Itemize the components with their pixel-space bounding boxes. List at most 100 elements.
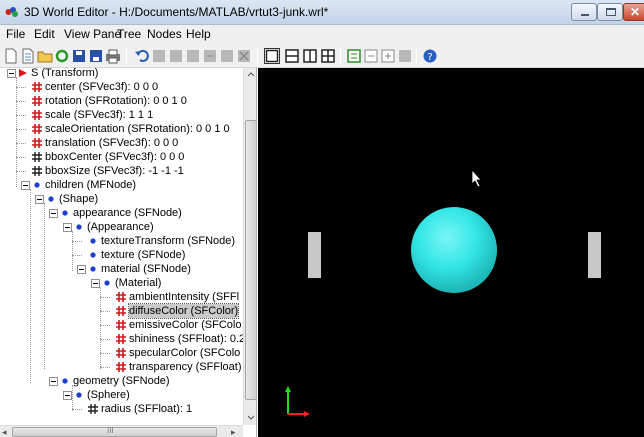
tree-horizontal-scroll-thumb[interactable]: III [12,426,217,437]
tree-connector [16,143,26,144]
tree-row-label: (Sphere) [87,389,130,401]
collapse-toggle-icon[interactable] [91,279,100,288]
tree-row[interactable]: (Appearance) [0,220,243,234]
tree-row-label: specularColor (SFColo [129,347,241,359]
tree-row[interactable]: appearance (SFNode) [0,206,243,220]
save-as-icon[interactable] [88,48,104,64]
tree-row[interactable]: transparency (SFFloat) [0,360,243,374]
tree-vertical-scroll-thumb[interactable] [245,120,256,400]
vertical-split-icon[interactable] [302,48,318,64]
collapse-icon[interactable] [346,48,362,64]
find-icon [221,50,233,62]
tree-row[interactable]: S (Transform) [0,68,243,80]
tree-row[interactable]: ambientIntensity (SFFl [0,290,243,304]
help-icon[interactable]: ? [422,48,438,64]
tree-row[interactable]: (Sphere) [0,388,243,402]
tree-row[interactable]: specularColor (SFColo [0,346,243,360]
collapse-toggle-icon[interactable] [21,181,30,190]
minus-icon[interactable] [363,48,379,64]
tree-row[interactable]: scaleOrientation (SFRotation): 0 0 1 0 [0,122,243,136]
scroll-right-icon[interactable]: ▸ [231,427,236,437]
toolbar-separator [257,48,258,64]
new-icon[interactable] [3,48,19,64]
tree-vertical-scrollbar[interactable] [243,68,257,425]
tree-row-label: texture (SFNode) [101,249,186,261]
tree-row-label: geometry (SFNode) [73,375,170,387]
tree-connector [100,311,110,312]
tree-connector [100,325,110,326]
menu-nodes[interactable]: Nodes [147,27,182,41]
tree-row[interactable]: children (MFNode) [0,178,243,192]
tree-horizontal-scrollbar[interactable]: ◂ III ▸ [0,425,243,437]
tree-row[interactable]: rotation (SFRotation): 0 0 1 0 [0,94,243,108]
maximize-button[interactable] [597,3,623,21]
tree-row[interactable]: diffuseColor (SFColor) [0,303,243,319]
menu-help[interactable]: Help [186,27,211,41]
collapse-toggle-icon[interactable] [77,265,86,274]
tree-row[interactable]: bboxCenter (SFVec3f): 0 0 0 [0,150,243,164]
open-folder-icon[interactable] [37,48,53,64]
collapse-toggle-icon[interactable] [7,69,16,78]
tree-row[interactable]: translation (SFVec3f): 0 0 0 [0,136,243,150]
menu-view-pane[interactable]: View Pane [64,27,121,41]
scroll-down-icon[interactable] [244,411,257,425]
scroll-left-icon[interactable]: ◂ [2,427,7,437]
tree-row-label: scale (SFVec3f): 1 1 1 [45,109,154,121]
tree-row-label: S (Transform) [31,68,99,79]
paste-icon [204,50,216,62]
tree-row[interactable]: (Material) [0,276,243,290]
minimize-icon [581,14,589,16]
tree-pane[interactable]: S (Transform) center (SFVec3f): 0 0 0 rota… [0,68,257,437]
tree-row[interactable]: geometry (SFNode) [0,374,243,388]
tree-row-label: (Shape) [59,193,99,205]
horizontal-split-icon[interactable] [284,48,300,64]
collapse-toggle-icon[interactable] [49,377,58,386]
tree-row-label: translation (SFVec3f): 0 0 0 [45,137,179,149]
tree-row[interactable]: bboxSize (SFVec3f): -1 -1 -1 [0,164,243,178]
quad-split-icon[interactable] [320,48,336,64]
tree-row-label: center (SFVec3f): 0 0 0 [45,81,159,93]
menu-file[interactable]: File [6,27,25,41]
scene-canvas[interactable] [258,68,644,437]
tree-row[interactable]: emissiveColor (SFColo [0,318,243,332]
undo-icon[interactable] [134,48,150,64]
title-bar: 3D World Editor - H:/Documents/MATLAB/vr… [0,0,644,25]
tree-row[interactable]: texture (SFNode) [0,248,243,262]
redo-icon [153,50,165,62]
menu-edit[interactable]: Edit [34,27,55,41]
tree-row[interactable]: shininess (SFFloat): 0.2 [0,332,243,346]
tree-row[interactable]: scale (SFVec3f): 1 1 1 [0,108,243,122]
close-button[interactable]: ✕ [623,3,644,21]
plus-icon[interactable] [380,48,396,64]
app-icon [5,7,18,17]
tree-row-label: material (SFNode) [101,263,191,275]
tree-view[interactable]: S (Transform) center (SFVec3f): 0 0 0 rota… [0,68,243,425]
tree-row[interactable]: center (SFVec3f): 0 0 0 [0,80,243,94]
minimize-button[interactable] [571,3,597,21]
scroll-up-icon[interactable] [244,68,257,82]
collapse-toggle-icon[interactable] [63,223,72,232]
toolbar: ? [0,44,644,68]
print-icon[interactable] [105,48,121,64]
tree-row-label: bboxCenter (SFVec3f): 0 0 0 [45,151,185,163]
scroll-grip: III [107,426,114,435]
collapse-toggle-icon[interactable] [63,391,72,400]
reload-icon[interactable] [54,48,70,64]
expand-icon [399,50,411,62]
3d-viewport[interactable] [258,68,644,437]
collapse-toggle-icon[interactable] [49,209,58,218]
single-view-icon[interactable] [264,48,280,64]
menu-tree[interactable]: Tree [117,27,141,41]
tree-row-label: rotation (SFRotation): 0 0 1 0 [45,95,187,107]
tree-row[interactable]: radius (SFFloat): 1 [0,402,243,416]
tree-connector [72,241,82,242]
tree-row[interactable]: textureTransform (SFNode) [0,234,243,248]
svg-text:?: ? [427,52,432,63]
collapse-toggle-icon[interactable] [35,195,44,204]
open-icon[interactable] [20,48,36,64]
tree-row-label: emissiveColor (SFColo [129,319,242,331]
tree-row[interactable]: (Shape) [0,192,243,206]
mouse-cursor-icon [471,168,482,188]
tree-row[interactable]: material (SFNode) [0,262,243,276]
save-icon[interactable] [71,48,87,64]
